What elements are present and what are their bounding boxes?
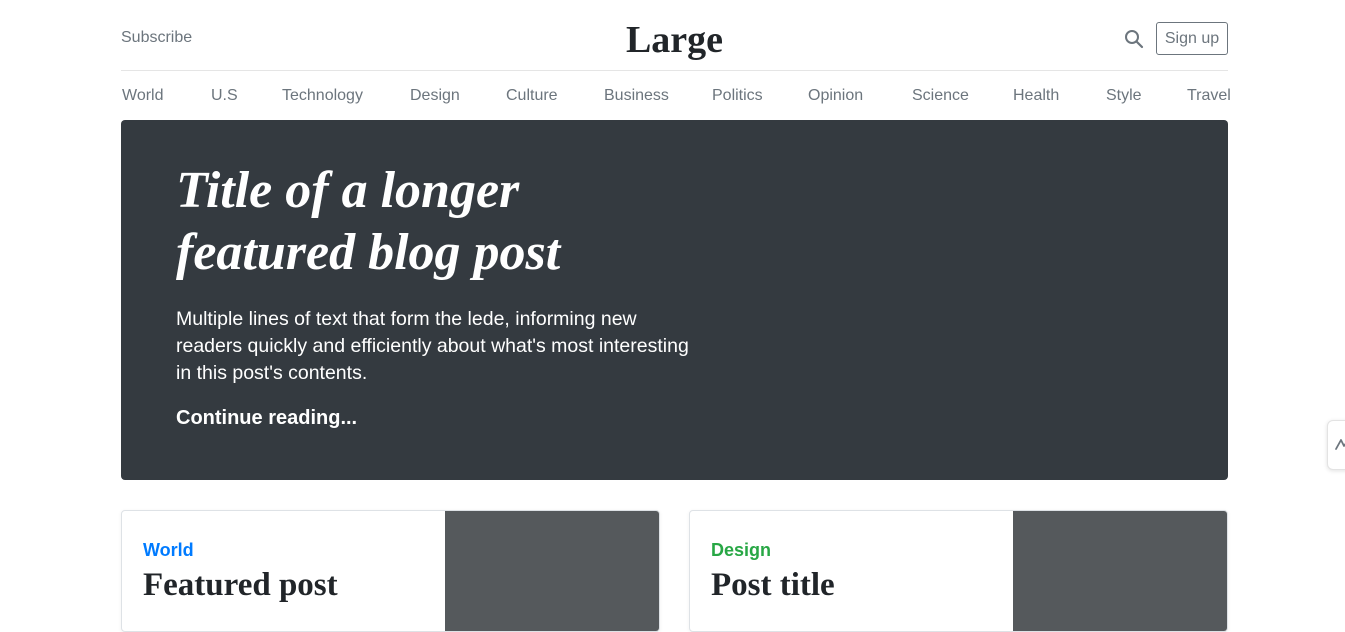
- post-card-title: Post title: [711, 567, 835, 603]
- post-card-thumbnail: [1013, 511, 1227, 631]
- post-card-thumbnail: [445, 511, 659, 631]
- post-card-title: Featured post: [143, 567, 338, 603]
- brand-link[interactable]: Large: [626, 19, 723, 61]
- nav-item-us[interactable]: U.S: [211, 87, 238, 105]
- featured-post-lede: Multiple lines of text that form the led…: [176, 308, 689, 384]
- nav-item-world[interactable]: World: [122, 87, 164, 105]
- nav-item-business[interactable]: Business: [604, 87, 669, 105]
- featured-post-jumbotron: Title of a longer featured blog post Mul…: [121, 120, 1228, 480]
- blog-header: Subscribe Large Sign up: [121, 0, 1228, 71]
- nav-item-style[interactable]: Style: [1106, 87, 1142, 105]
- nav-item-technology[interactable]: Technology: [282, 87, 363, 105]
- nav-item-design[interactable]: Design: [410, 87, 460, 105]
- post-card-category: Design: [711, 540, 772, 560]
- nav-item-travel[interactable]: Travel: [1187, 87, 1231, 105]
- continue-reading-link[interactable]: Continue reading...: [176, 407, 357, 430]
- wave-icon: [1335, 439, 1345, 450]
- site-brand: Large: [121, 14, 1228, 66]
- post-card-category: World: [143, 540, 194, 560]
- nav-item-culture[interactable]: Culture: [506, 87, 558, 105]
- post-card-design[interactable]: Design Post title: [689, 510, 1228, 632]
- category-nav: World U.S Technology Design Culture Busi…: [121, 71, 1231, 121]
- post-card-world[interactable]: World Featured post: [121, 510, 660, 632]
- featured-post-title: Title of a longer featured blog post: [176, 162, 561, 281]
- nav-item-science[interactable]: Science: [912, 87, 969, 105]
- nav-item-opinion[interactable]: Opinion: [808, 87, 863, 105]
- search-icon[interactable]: [1124, 29, 1144, 49]
- signup-button[interactable]: Sign up: [1156, 22, 1228, 55]
- nav-item-politics[interactable]: Politics: [712, 87, 763, 105]
- page-container: Subscribe Large Sign up World U.S Techno…: [121, 0, 1231, 632]
- feedback-side-tab[interactable]: [1327, 420, 1345, 470]
- nav-item-health[interactable]: Health: [1013, 87, 1059, 105]
